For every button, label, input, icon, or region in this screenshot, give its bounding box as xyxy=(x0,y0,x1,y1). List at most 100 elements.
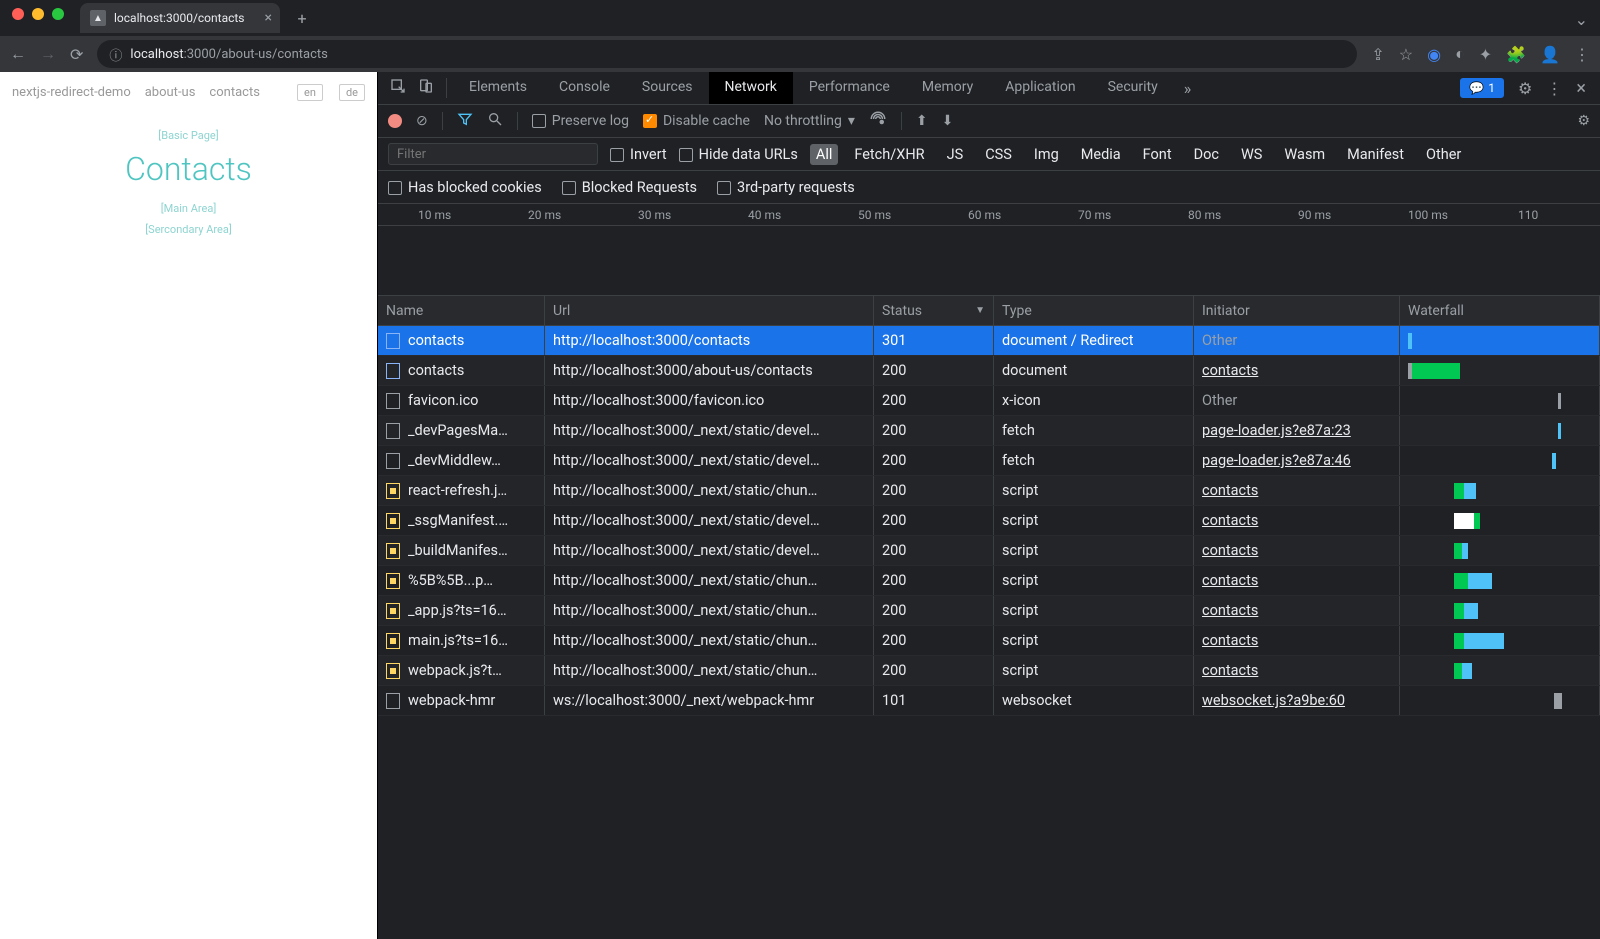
tab-close-icon[interactable]: × xyxy=(265,10,272,26)
lang-de-button[interactable]: de xyxy=(339,84,365,101)
new-tab-button[interactable]: + xyxy=(288,9,316,28)
third-party-checkbox[interactable]: 3rd-party requests xyxy=(717,179,855,196)
tabs-overflow-icon[interactable]: ⌄ xyxy=(1575,10,1588,29)
nav-contacts[interactable]: contacts xyxy=(209,85,260,100)
record-button[interactable] xyxy=(388,114,402,128)
browser-tab[interactable]: ▲ localhost:3000/contacts × xyxy=(80,3,280,33)
nav-about[interactable]: about-us xyxy=(145,85,196,100)
filter-type-doc[interactable]: Doc xyxy=(1188,144,1225,165)
initiator-link[interactable]: contacts xyxy=(1202,662,1258,679)
devtools-tab-memory[interactable]: Memory xyxy=(906,72,989,104)
table-row[interactable]: react-refresh.j…http://localhost:3000/_n… xyxy=(378,476,1600,506)
filter-type-img[interactable]: Img xyxy=(1028,144,1065,165)
network-conditions-icon[interactable] xyxy=(869,110,887,132)
devtools-tab-application[interactable]: Application xyxy=(989,72,1091,104)
filter-type-media[interactable]: Media xyxy=(1075,144,1127,165)
disable-cache-checkbox[interactable]: Disable cache xyxy=(643,113,750,129)
devtools-close-icon[interactable]: × xyxy=(1576,78,1586,99)
initiator-link[interactable]: contacts xyxy=(1202,632,1258,649)
table-row[interactable]: favicon.icohttp://localhost:3000/favicon… xyxy=(378,386,1600,416)
blocked-requests-checkbox[interactable]: Blocked Requests xyxy=(562,179,697,196)
hide-data-urls-checkbox[interactable]: Hide data URLs xyxy=(679,146,798,163)
initiator-link[interactable]: page-loader.js?e87a:46 xyxy=(1202,452,1351,469)
devtools-tab-console[interactable]: Console xyxy=(543,72,626,104)
table-row[interactable]: webpack.js?t…http://localhost:3000/_next… xyxy=(378,656,1600,686)
table-row[interactable]: contactshttp://localhost:3000/contacts30… xyxy=(378,326,1600,356)
menu-icon[interactable]: ⋮ xyxy=(1574,45,1590,64)
filter-type-wasm[interactable]: Wasm xyxy=(1278,144,1331,165)
throttling-select[interactable]: No throttling▾ xyxy=(764,113,855,129)
table-row[interactable]: _devMiddlew…http://localhost:3000/_next/… xyxy=(378,446,1600,476)
initiator-link[interactable]: contacts xyxy=(1202,362,1258,379)
settings-gear-icon[interactable]: ⚙ xyxy=(1518,79,1532,98)
nav-brand[interactable]: nextjs-redirect-demo xyxy=(12,85,131,100)
filter-type-font[interactable]: Font xyxy=(1137,144,1178,165)
initiator-link[interactable]: contacts xyxy=(1202,482,1258,499)
bookmark-icon[interactable]: ☆ xyxy=(1399,45,1413,64)
network-settings-icon[interactable]: ⚙ xyxy=(1577,113,1590,129)
window-close-button[interactable] xyxy=(12,8,24,20)
url-input[interactable]: ⓘ localhost:3000/about-us/contacts xyxy=(97,40,1357,68)
col-status[interactable]: Status▼ xyxy=(874,296,994,325)
extension-icon-1[interactable]: ◉ xyxy=(1427,45,1441,64)
table-row[interactable]: webpack-hmrws://localhost:3000/_next/web… xyxy=(378,686,1600,716)
back-button[interactable]: ← xyxy=(10,44,26,64)
filter-toggle-icon[interactable] xyxy=(457,111,473,131)
preserve-log-checkbox[interactable]: Preserve log xyxy=(532,113,629,129)
col-url[interactable]: Url xyxy=(545,296,874,325)
download-har-icon[interactable]: ⬇ xyxy=(942,113,954,129)
table-row[interactable]: _ssgManifest.…http://localhost:3000/_nex… xyxy=(378,506,1600,536)
devtools-tab-security[interactable]: Security xyxy=(1092,72,1174,104)
more-tabs-icon[interactable]: » xyxy=(1174,79,1202,98)
profile-icon[interactable]: 👤 xyxy=(1540,45,1560,64)
device-toggle-icon[interactable] xyxy=(412,78,440,98)
filter-type-all[interactable]: All xyxy=(810,144,839,165)
table-row[interactable]: %5B%5B...p…http://localhost:3000/_next/s… xyxy=(378,566,1600,596)
table-row[interactable]: _devPagesMa…http://localhost:3000/_next/… xyxy=(378,416,1600,446)
network-timeline[interactable]: 10 ms20 ms30 ms40 ms50 ms60 ms70 ms80 ms… xyxy=(378,204,1600,296)
filter-type-manifest[interactable]: Manifest xyxy=(1341,144,1410,165)
search-icon[interactable] xyxy=(487,111,503,131)
reload-button[interactable]: ⟳ xyxy=(70,45,83,64)
window-maximize-button[interactable] xyxy=(52,8,64,20)
clear-button[interactable]: ⊘ xyxy=(416,113,428,129)
extension-icon-2[interactable]: ◐ xyxy=(1455,44,1465,64)
filter-type-ws[interactable]: WS xyxy=(1235,144,1268,165)
window-minimize-button[interactable] xyxy=(32,8,44,20)
extension-icon-3[interactable]: ✦ xyxy=(1479,45,1492,64)
table-row[interactable]: contactshttp://localhost:3000/about-us/c… xyxy=(378,356,1600,386)
share-icon[interactable]: ⇪ xyxy=(1371,45,1384,64)
devtools-tab-sources[interactable]: Sources xyxy=(626,72,709,104)
site-info-icon[interactable]: ⓘ xyxy=(109,45,122,64)
table-row[interactable]: main.js?ts=16…http://localhost:3000/_nex… xyxy=(378,626,1600,656)
initiator-link[interactable]: contacts xyxy=(1202,542,1258,559)
devtools-tab-elements[interactable]: Elements xyxy=(453,72,543,104)
initiator-link[interactable]: contacts xyxy=(1202,572,1258,589)
col-waterfall[interactable]: Waterfall xyxy=(1400,296,1600,325)
filter-type-js[interactable]: JS xyxy=(941,144,970,165)
filter-type-other[interactable]: Other xyxy=(1420,144,1467,165)
blocked-cookies-checkbox[interactable]: Has blocked cookies xyxy=(388,179,542,196)
upload-har-icon[interactable]: ⬆ xyxy=(916,113,928,129)
extensions-icon[interactable]: 🧩 xyxy=(1506,45,1526,64)
invert-checkbox[interactable]: Invert xyxy=(610,146,667,163)
col-initiator[interactable]: Initiator xyxy=(1194,296,1400,325)
filter-input[interactable] xyxy=(388,143,598,165)
forward-button[interactable]: → xyxy=(40,44,56,64)
initiator-link[interactable]: contacts xyxy=(1202,512,1258,529)
lang-en-button[interactable]: en xyxy=(297,84,323,101)
col-name[interactable]: Name xyxy=(378,296,545,325)
devtools-tab-network[interactable]: Network xyxy=(709,72,793,104)
initiator-link[interactable]: page-loader.js?e87a:23 xyxy=(1202,422,1351,439)
initiator-link[interactable]: websocket.js?a9be:60 xyxy=(1202,692,1345,709)
devtools-menu-icon[interactable]: ⋮ xyxy=(1546,79,1562,98)
devtools-tab-performance[interactable]: Performance xyxy=(793,72,906,104)
table-row[interactable]: _app.js?ts=16…http://localhost:3000/_nex… xyxy=(378,596,1600,626)
inspect-element-icon[interactable] xyxy=(384,78,412,98)
col-type[interactable]: Type xyxy=(994,296,1194,325)
filter-type-fetchxhr[interactable]: Fetch/XHR xyxy=(848,144,930,165)
issues-badge[interactable]: 💬 1 xyxy=(1460,78,1504,98)
table-row[interactable]: _buildManifes…http://localhost:3000/_nex… xyxy=(378,536,1600,566)
initiator-link[interactable]: contacts xyxy=(1202,602,1258,619)
filter-type-css[interactable]: CSS xyxy=(979,144,1018,165)
